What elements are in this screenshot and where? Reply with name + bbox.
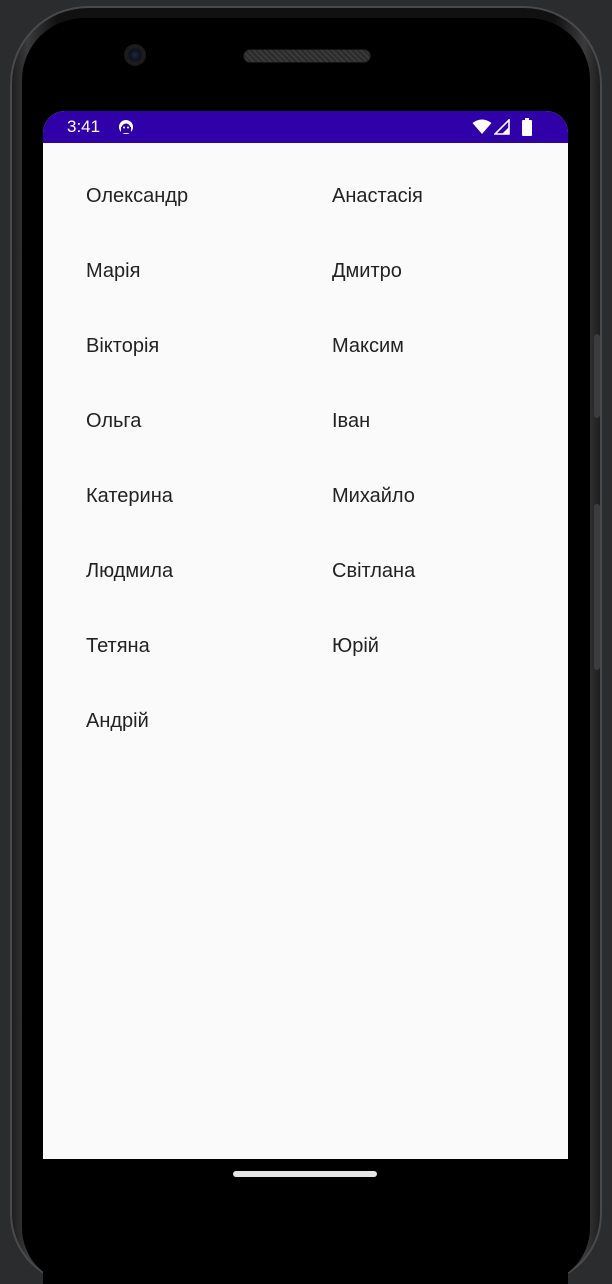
name-list-item[interactable]: Ольга bbox=[86, 410, 141, 433]
name-list-item[interactable]: Іван bbox=[332, 410, 370, 433]
name-list-item[interactable]: Анастасія bbox=[332, 185, 423, 208]
cellular-signal-icon bbox=[494, 119, 510, 135]
home-gesture-handle[interactable] bbox=[233, 1171, 377, 1177]
earpiece-speaker bbox=[244, 50, 370, 62]
front-camera bbox=[126, 46, 144, 64]
name-list-item[interactable]: Михайло bbox=[332, 485, 415, 508]
wifi-icon bbox=[472, 119, 492, 134]
navigation-bar bbox=[43, 1159, 568, 1284]
name-list-item[interactable]: Андрій bbox=[86, 710, 149, 733]
name-list-item[interactable]: Вікторія bbox=[86, 335, 159, 358]
status-time: 3:41 bbox=[67, 117, 101, 136]
name-list-item[interactable]: Дмитро bbox=[332, 260, 402, 283]
name-list-item[interactable]: Катерина bbox=[86, 485, 173, 508]
name-list-item[interactable]: Олександр bbox=[86, 185, 188, 208]
android-debug-icon bbox=[119, 120, 133, 134]
power-button[interactable] bbox=[594, 334, 600, 418]
battery-icon bbox=[522, 118, 532, 136]
phone-screen: 3:41 Олександр Марія Вікторія Ольга Катерина… bbox=[43, 111, 568, 1159]
name-list-item[interactable]: Юрій bbox=[332, 635, 379, 658]
status-bar: 3:41 bbox=[43, 111, 568, 143]
name-list-item[interactable]: Тетяна bbox=[86, 635, 150, 658]
name-list-item[interactable]: Людмила bbox=[86, 560, 173, 583]
name-list-item[interactable]: Марія bbox=[86, 260, 140, 283]
name-list-item[interactable]: Світлана bbox=[332, 560, 415, 583]
volume-button[interactable] bbox=[594, 504, 600, 670]
name-list-item[interactable]: Максим bbox=[332, 335, 404, 358]
